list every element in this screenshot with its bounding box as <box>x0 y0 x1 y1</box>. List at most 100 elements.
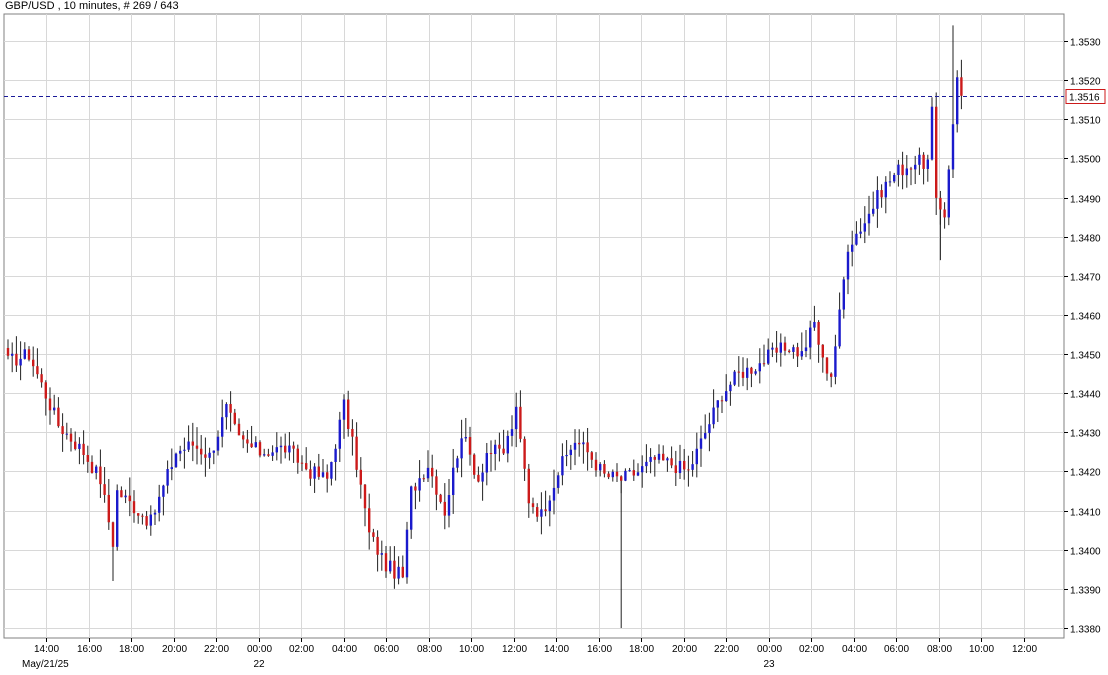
candle-body <box>40 374 42 382</box>
candle-body <box>221 417 223 437</box>
candle-body <box>544 509 546 511</box>
candle-body <box>939 198 941 210</box>
candle-body <box>801 351 803 356</box>
x-tick-label: 14:00 <box>544 644 569 655</box>
x-tick-label: 08:00 <box>927 644 952 655</box>
candle-body <box>872 209 874 214</box>
plot-area <box>4 14 1064 638</box>
candle-body <box>931 107 933 160</box>
candle-body <box>847 252 849 280</box>
candle-body <box>519 407 521 439</box>
candle-body <box>271 452 273 455</box>
candle-body <box>288 446 290 453</box>
candle-body <box>410 486 412 529</box>
y-tick-label: 1.3420 <box>1070 468 1101 479</box>
candle-body <box>679 461 681 473</box>
candle-body <box>922 155 924 169</box>
x-tick-label: 10:00 <box>969 644 994 655</box>
candle-body <box>935 107 937 198</box>
candle-body <box>851 245 853 252</box>
candle-body <box>297 449 299 463</box>
x-tick-label: 12:00 <box>1012 644 1037 655</box>
candle-body <box>733 372 735 385</box>
y-tick-label: 1.3480 <box>1070 234 1101 245</box>
chart-canvas: 1.3516 1.33801.33901.34001.34101.34201.3… <box>0 0 1108 675</box>
candle-body <box>15 354 17 366</box>
candle-body <box>414 486 416 490</box>
chart-window: 1.3516 1.33801.33901.34001.34101.34201.3… <box>0 0 1108 675</box>
x-tick-label: 00:00 <box>247 644 272 655</box>
candle-body <box>179 451 181 454</box>
candle-body <box>906 168 908 175</box>
candle-body <box>78 444 80 449</box>
candle-body <box>406 530 408 578</box>
candle-body <box>834 346 836 376</box>
candle-body <box>91 462 93 473</box>
y-tick-label: 1.3430 <box>1070 429 1101 440</box>
x-tick-label: 06:00 <box>374 644 399 655</box>
x-tick-label: 22:00 <box>204 644 229 655</box>
candle-body <box>481 472 483 481</box>
candle-body <box>124 496 126 498</box>
x-tick-label: 08:00 <box>417 644 442 655</box>
candle-body <box>540 509 542 516</box>
x-tick-label: 20:00 <box>162 644 187 655</box>
candle-body <box>729 385 731 391</box>
y-tick-label: 1.3510 <box>1070 116 1101 127</box>
candle-body <box>528 469 530 504</box>
candle-body <box>796 347 798 356</box>
candle-body <box>347 400 349 429</box>
candle-body <box>301 463 303 464</box>
candle-body <box>112 522 114 547</box>
candle-body <box>498 445 500 449</box>
candle-body <box>809 328 811 348</box>
candle-body <box>952 124 954 169</box>
candle-body <box>532 503 534 507</box>
candle-body <box>397 567 399 579</box>
candle-body <box>675 465 677 473</box>
candle-body <box>154 513 156 515</box>
candle-body <box>108 495 110 522</box>
candle-body <box>750 368 752 374</box>
y-tick-label: 1.3500 <box>1070 155 1101 166</box>
candle-body <box>708 424 710 433</box>
candle-body <box>200 449 202 455</box>
candle-body <box>171 467 173 469</box>
candle-body <box>427 468 429 478</box>
candle-body <box>351 429 353 437</box>
candle-body <box>103 484 105 495</box>
candle-body <box>712 408 714 425</box>
candle-body <box>649 457 651 462</box>
candle-body <box>334 449 336 462</box>
y-tick-label: 1.3470 <box>1070 273 1101 284</box>
y-tick-label: 1.3440 <box>1070 390 1101 401</box>
candle-body <box>607 474 609 478</box>
candle-body <box>691 464 693 470</box>
candle-body <box>389 561 391 572</box>
candle-body <box>536 507 538 517</box>
candle-body <box>654 457 656 460</box>
candle-body <box>61 426 63 434</box>
candle-body <box>263 454 265 455</box>
x-tick-label: 12:00 <box>502 644 527 655</box>
x-tick-label: 20:00 <box>672 644 697 655</box>
candle-body <box>570 450 572 455</box>
candle-body <box>700 438 702 448</box>
y-tick-label: 1.3460 <box>1070 312 1101 323</box>
candle-body <box>439 495 441 502</box>
candle-body <box>175 454 177 468</box>
x-tick-label: 14:00 <box>34 644 59 655</box>
candle-body <box>746 368 748 378</box>
candle-body <box>599 464 601 470</box>
candle-body <box>927 160 929 169</box>
candle-body <box>813 322 815 328</box>
candle-body <box>767 350 769 364</box>
candle-body <box>87 455 89 462</box>
candle-body <box>502 449 504 454</box>
candle-body <box>456 458 458 467</box>
candle-body <box>313 467 315 479</box>
candle-body <box>57 408 59 427</box>
y-tick-label: 1.3530 <box>1070 38 1101 49</box>
candle-body <box>339 420 341 449</box>
candle-body <box>490 453 492 454</box>
